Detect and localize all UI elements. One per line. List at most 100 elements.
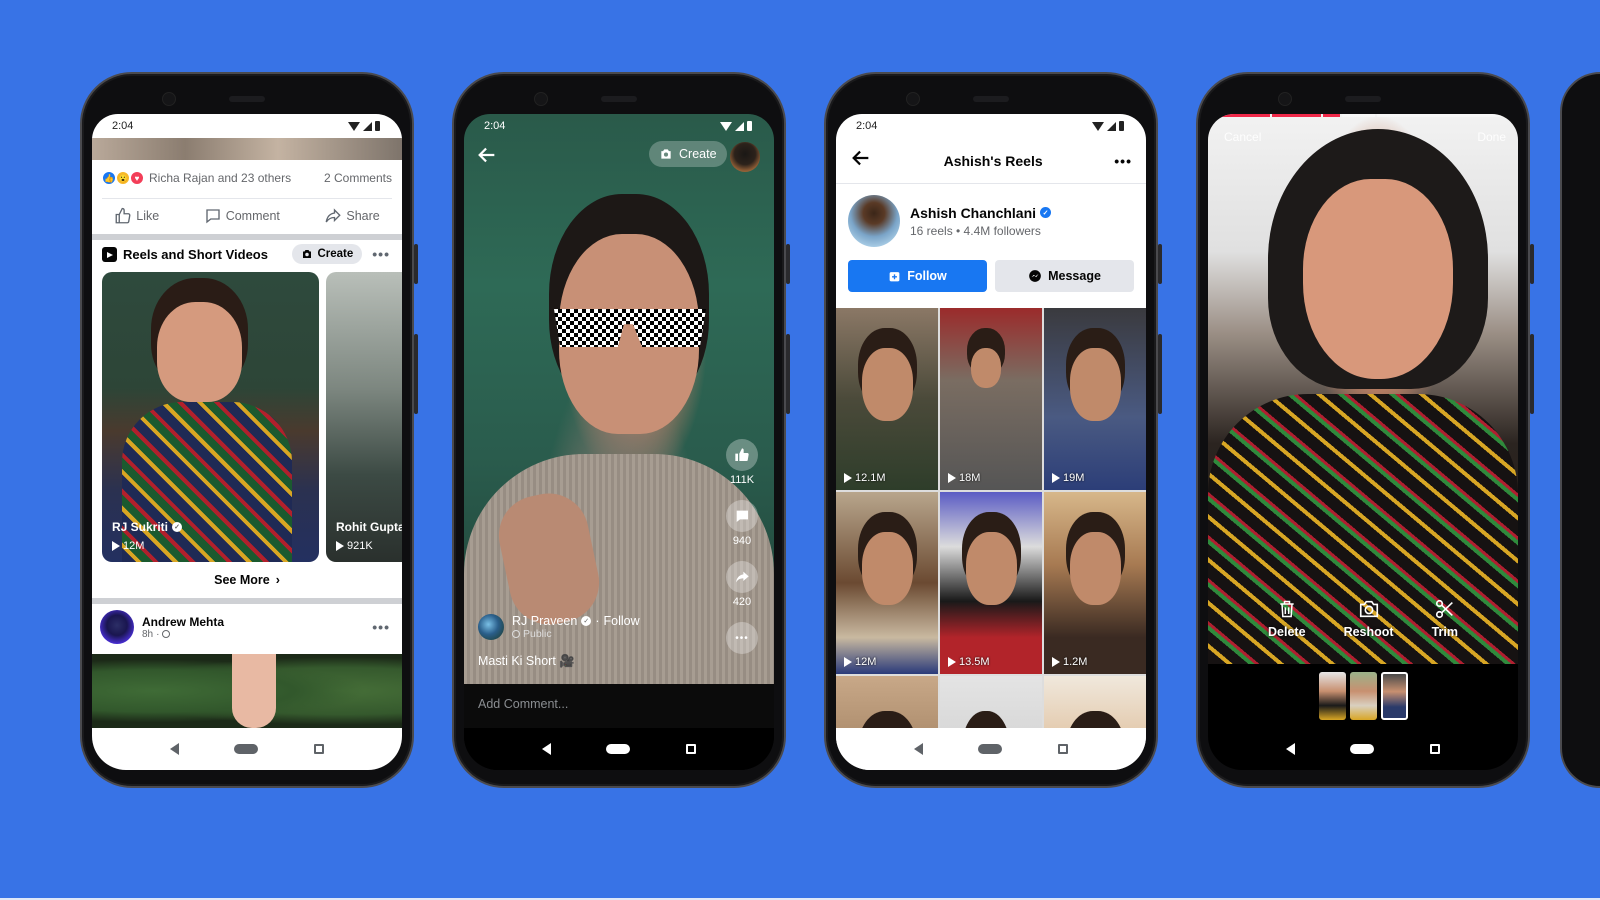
speaker (1345, 96, 1381, 102)
nav-recents-icon[interactable] (1430, 744, 1441, 754)
nav-back-icon[interactable] (1285, 743, 1295, 755)
phone-feed: 2:04 👍 😮 ♥ Richa Rajan and 23 others 2 C… (80, 72, 418, 788)
follow-button[interactable]: Follow (848, 260, 987, 292)
comment-button[interactable]: Comment (204, 207, 280, 225)
nav-home-icon[interactable] (234, 744, 259, 754)
reels-carousel[interactable]: RJ Sukriti ✓ 12M Rohit Gupta 921K (102, 272, 402, 562)
power-button (786, 334, 790, 414)
cancel-button[interactable]: Cancel (1224, 130, 1261, 144)
reshoot-button[interactable]: Reshoot (1344, 598, 1394, 639)
status-time: 2:04 (484, 120, 506, 132)
follow-icon (889, 271, 900, 281)
comment-button[interactable] (726, 500, 758, 532)
play-icon (948, 473, 956, 483)
done-button[interactable]: Done (1477, 130, 1506, 144)
trim-button[interactable]: Trim (1432, 598, 1458, 639)
comment-label: Comment (225, 209, 280, 223)
more-options-icon[interactable]: ••• (372, 246, 390, 262)
reel-tile[interactable]: 18M (940, 308, 1042, 490)
reels-create-button[interactable]: Create (292, 244, 363, 264)
play-icon (112, 541, 120, 551)
reel-editor-screen: Cancel Done Delete Reshoot Trim (1208, 114, 1518, 770)
add-comment-input[interactable]: Add Comment... (464, 684, 774, 730)
delete-clip-button[interactable]: Delete (1268, 598, 1306, 639)
progress-segment (1323, 114, 1340, 117)
reel-tile[interactable] (940, 676, 1042, 728)
divider (102, 198, 392, 199)
nav-back-icon[interactable] (541, 743, 551, 755)
reel-tile[interactable]: 12M (836, 492, 938, 674)
clip-thumbnail-selected[interactable] (1380, 672, 1408, 720)
reel-tile[interactable]: 13.5M (940, 492, 1042, 674)
post-actions: Like Comment Share (92, 200, 402, 232)
comments-count[interactable]: 2 Comments (324, 171, 392, 185)
reel-tile[interactable]: 19M (1044, 308, 1146, 490)
message-label: Message (1048, 269, 1101, 283)
profile-avatar[interactable] (848, 195, 900, 247)
nav-back-icon[interactable] (913, 743, 923, 755)
see-more-button[interactable]: See More › (92, 568, 402, 592)
reels-section-title: Reels and Short Videos (123, 246, 268, 262)
nav-recents-icon[interactable] (1058, 744, 1069, 754)
reel-tile[interactable]: 1.2M (1044, 492, 1146, 674)
phone-profile-reels: 2:04 Ashish's Reels ••• Ashish Chanchlan… (824, 72, 1162, 788)
share-icon (325, 208, 342, 223)
reel-views: 19M (1063, 472, 1085, 484)
nav-recents-icon[interactable] (314, 744, 325, 754)
reel-views: 921K (347, 540, 373, 552)
share-button[interactable] (726, 561, 758, 593)
like-button[interactable] (726, 439, 758, 471)
message-button[interactable]: Message (995, 260, 1134, 292)
follow-label: Follow (907, 269, 947, 283)
volume-button (1530, 244, 1534, 284)
reactions-summary[interactable]: 👍 😮 ♥ Richa Rajan and 23 others (102, 171, 291, 185)
share-button[interactable]: Share (324, 207, 380, 225)
back-arrow-icon[interactable] (850, 147, 872, 174)
reels-icon (102, 246, 117, 262)
create-reel-button[interactable]: Create (649, 141, 727, 167)
wifi-icon (720, 121, 732, 131)
author-name[interactable]: RJ Praveen (512, 614, 577, 628)
clip-preview[interactable] (1208, 114, 1518, 664)
reel-thumbnail-body (122, 402, 292, 562)
nav-home-icon[interactable] (1350, 744, 1375, 754)
reel-tile[interactable] (1044, 676, 1146, 728)
post-image[interactable] (92, 654, 402, 728)
nav-home-icon[interactable] (606, 744, 631, 754)
reel-card[interactable]: RJ Sukriti ✓ 12M (102, 272, 319, 562)
reel-tile[interactable] (836, 676, 938, 728)
more-options-icon[interactable]: ••• (726, 622, 758, 654)
play-icon (1052, 657, 1060, 667)
more-options-icon[interactable]: ••• (1114, 153, 1132, 169)
like-reaction-icon: 👍 (102, 171, 116, 185)
speaker (229, 96, 265, 102)
profile-avatar[interactable] (730, 142, 760, 172)
reel-card[interactable]: Rohit Gupta 921K (326, 272, 402, 562)
clip-thumbnail[interactable] (1349, 672, 1377, 720)
post-author[interactable]: Andrew Mehta (142, 615, 224, 629)
follow-link[interactable]: Follow (603, 614, 639, 628)
profile-name[interactable]: Ashish Chanchlani (910, 205, 1036, 221)
android-nav-bar (836, 728, 1146, 770)
reel-tile[interactable]: 12.1M (836, 308, 938, 490)
like-button[interactable]: Like (114, 207, 159, 225)
reel-thumbnail-face (157, 302, 242, 402)
status-bar: 2:04 (92, 114, 402, 138)
nav-recents-icon[interactable] (686, 744, 697, 754)
profile-actions: Follow Message (848, 260, 1134, 292)
chevron-right-icon: › (275, 573, 280, 587)
page-title: Ashish's Reels (943, 152, 1043, 169)
avatar[interactable] (100, 610, 134, 644)
section-divider (92, 234, 402, 240)
volume-button (1158, 244, 1162, 284)
author-avatar[interactable] (478, 614, 504, 640)
back-arrow-icon[interactable] (476, 144, 498, 171)
status-bar: 2:04 (464, 114, 774, 138)
clip-thumbnail[interactable] (1318, 672, 1346, 720)
post-more-icon[interactable]: ••• (372, 619, 390, 635)
power-button (1530, 334, 1534, 414)
nav-back-icon[interactable] (169, 743, 179, 755)
reel-views: 1.2M (1063, 656, 1088, 668)
signal-icon (363, 121, 372, 131)
nav-home-icon[interactable] (978, 744, 1003, 754)
